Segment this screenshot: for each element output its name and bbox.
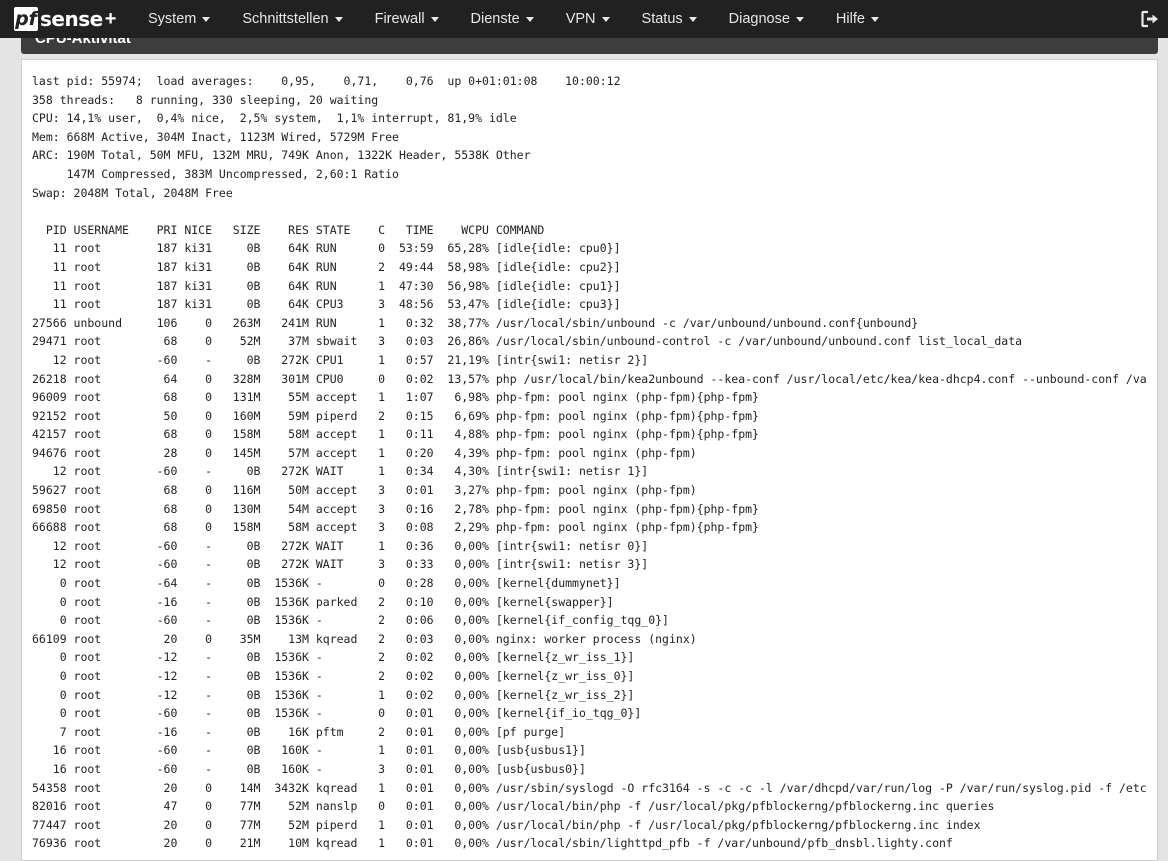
summary-line: Swap: 2048M Total, 2048M Free (32, 185, 233, 200)
menu-services[interactable]: Dienste (455, 0, 550, 38)
menu-label: Dienste (470, 11, 520, 27)
menu-label: System (148, 11, 197, 27)
table-header: PID USERNAME PRI NICE SIZE RES STATE C T… (32, 222, 545, 237)
summary-line (32, 202, 1147, 221)
table-row: 16 root -60 - 0B 160K - 3 0:01 0,00% [us… (32, 761, 586, 776)
top-navbar: pf sense + System Schnittstellen Firewal… (0, 0, 1168, 38)
menu-label: Status (641, 11, 683, 27)
menu-diagnostics[interactable]: Diagnose (713, 0, 820, 38)
menu-status[interactable]: Status (626, 0, 713, 38)
menu-help[interactable]: Hilfe (820, 0, 895, 38)
table-row: 92152 root 50 0 160M 59M piperd 2 0:15 6… (32, 408, 759, 423)
table-row: 0 root -12 - 0B 1536K - 2 0:02 0,00% [ke… (32, 650, 635, 665)
table-row: 27566 unbound 106 0 263M 241M RUN 1 0:32… (32, 315, 919, 330)
table-row: 42157 root 68 0 158M 58M accept 1 0:11 4… (32, 427, 759, 442)
table-row: 66688 root 68 0 158M 58M accept 3 0:08 2… (32, 520, 759, 535)
summary-line: CPU: 14,1% user, 0,4% nice, 2,5% system,… (32, 111, 517, 126)
menu-vpn[interactable]: VPN (550, 0, 626, 38)
top-output: last pid: 55974; load averages: 0,95, 0,… (32, 72, 1147, 853)
summary-line: Mem: 668M Active, 304M Inact, 1123M Wire… (32, 129, 399, 144)
table-row: 26218 root 64 0 328M 301M CPU0 0 0:02 13… (32, 371, 1147, 386)
table-row: 96009 root 68 0 131M 55M accept 1 1:07 6… (32, 390, 759, 405)
summary-line: last pid: 55974; load averages: 0,95, 0,… (32, 74, 621, 88)
menu-system[interactable]: System (132, 0, 226, 38)
chevron-down-icon (202, 16, 211, 22)
table-row: 11 root 187 ki31 0B 64K RUN 1 47:30 56,9… (32, 278, 621, 293)
table-row: 11 root 187 ki31 0B 64K RUN 2 49:44 58,9… (32, 259, 621, 274)
chevron-down-icon (795, 16, 804, 22)
summary-line: ARC: 190M Total, 50M MFU, 132M MRU, 749K… (32, 148, 531, 163)
table-row: 0 root -64 - 0B 1536K - 0 0:28 0,00% [ke… (32, 576, 621, 591)
table-row: 66109 root 20 0 35M 13M kqread 2 0:03 0,… (32, 631, 697, 646)
table-row: 12 root -60 - 0B 272K WAIT 3 0:33 0,00% … (32, 557, 649, 572)
table-row: 0 root -60 - 0B 1536K - 0 0:01 0,00% [ke… (32, 706, 642, 721)
menu-label: Diagnose (728, 11, 790, 27)
table-row: 0 root -16 - 0B 1536K parked 2 0:10 0,00… (32, 594, 614, 609)
chevron-down-icon (525, 16, 534, 22)
logo-mark: pf (14, 7, 38, 31)
table-row: 11 root 187 ki31 0B 64K CPU3 3 48:56 53,… (32, 297, 621, 312)
chevron-down-icon (870, 16, 879, 22)
table-row: 12 root -60 - 0B 272K WAIT 1 0:34 4,30% … (32, 464, 649, 479)
table-row: 59627 root 68 0 116M 50M accept 3 0:01 3… (32, 483, 697, 498)
menu-firewall[interactable]: Firewall (359, 0, 455, 38)
logo-text: sense (40, 7, 103, 31)
logo-plus: + (104, 7, 117, 30)
table-row: 0 root -60 - 0B 1536K - 2 0:06 0,00% [ke… (32, 613, 669, 628)
table-row: 69850 root 68 0 130M 54M accept 3 0:16 2… (32, 501, 759, 516)
chevron-down-icon (601, 16, 610, 22)
table-row: 76936 root 20 0 21M 10M kqread 1 0:01 0,… (32, 836, 953, 851)
main-menu: System Schnittstellen Firewall Dienste V… (132, 0, 895, 38)
panel-body: last pid: 55974; load averages: 0,95, 0,… (21, 59, 1158, 861)
chevron-down-icon (430, 16, 439, 22)
logout-icon[interactable] (1140, 9, 1160, 29)
table-row: 94676 root 28 0 145M 57M accept 1 0:20 4… (32, 445, 697, 460)
table-row: 54358 root 20 0 14M 3432K kqread 1 0:01 … (32, 780, 1147, 795)
menu-interfaces[interactable]: Schnittstellen (226, 0, 358, 38)
table-row: 0 root -12 - 0B 1536K - 2 0:02 0,00% [ke… (32, 669, 635, 683)
summary-line: 358 threads: 8 running, 330 sleeping, 20… (32, 92, 379, 107)
chevron-down-icon (334, 16, 343, 22)
summary-line: 147M Compressed, 383M Uncompressed, 2,60… (32, 166, 399, 181)
panel-title: CPU-Aktivität (35, 38, 131, 47)
menu-label: VPN (565, 11, 596, 27)
table-row: 7 root -16 - 0B 16K pftm 2 0:01 0,00% [p… (32, 724, 566, 739)
panel-heading: CPU-Aktivität (21, 38, 1158, 54)
menu-label: Schnittstellen (242, 11, 329, 27)
table-row: 77447 root 20 0 77M 52M piperd 1 0:01 0,… (32, 817, 981, 832)
table-row: 29471 root 68 0 52M 37M sbwait 3 0:03 26… (32, 334, 1023, 349)
table-row: 12 root -60 - 0B 272K CPU1 1 0:57 21,19%… (32, 352, 649, 367)
table-row: 16 root -60 - 0B 160K - 1 0:01 0,00% [us… (32, 743, 586, 758)
table-row: 11 root 187 ki31 0B 64K RUN 0 53:59 65,2… (32, 241, 621, 256)
pfsense-logo[interactable]: pf sense + (14, 5, 116, 33)
chevron-down-icon (688, 16, 697, 22)
menu-label: Hilfe (835, 11, 865, 27)
table-row: 82016 root 47 0 77M 52M nanslp 0 0:01 0,… (32, 799, 995, 814)
menu-label: Firewall (374, 11, 425, 27)
table-row: 0 root -12 - 0B 1536K - 1 0:02 0,00% [ke… (32, 687, 635, 702)
table-row: 12 root -60 - 0B 272K WAIT 1 0:36 0,00% … (32, 538, 649, 553)
